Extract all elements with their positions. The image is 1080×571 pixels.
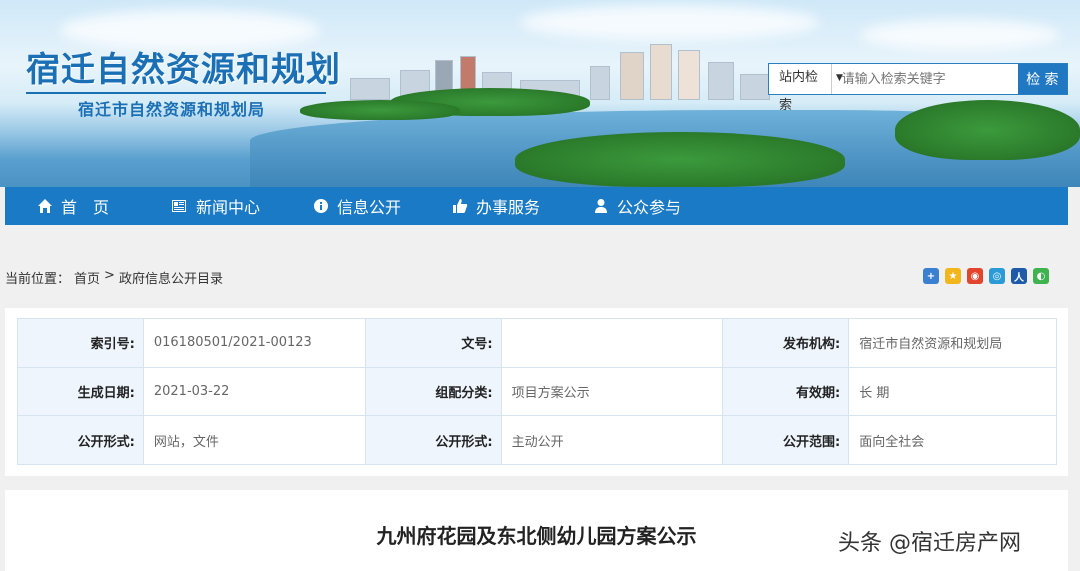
nav-item-info[interactable]: 信息公开 [313,187,401,225]
qzone-icon[interactable]: ★ [945,268,961,284]
cloud-decoration [520,5,820,40]
site-title: 宿迁自然资源和规划 [26,50,341,90]
meta-value: 项目方案公示 [500,366,724,417]
nav-item-public[interactable]: 公众参与 [593,187,681,225]
tencent-icon[interactable]: ◎ [989,268,1005,284]
cloud-decoration [860,20,1060,50]
share-bar: + ★ ◉ ◎ 人 ◐ [923,268,1049,284]
meta-label: 文号: [364,318,502,368]
meta-value: 网站，文件 [142,415,366,466]
nav-item-home[interactable]: 首 页 [37,187,109,225]
nav-item-label: 公众参与 [617,198,682,217]
nav-item-news[interactable]: 新闻中心 [170,187,260,225]
meta-value: 宿迁市自然资源和规划局 [848,318,1057,368]
meta-label: 索引号: [17,318,144,368]
search-button[interactable]: 检 索 [1017,64,1067,94]
meta-label: 公开形式: [364,415,502,466]
nav-item-label: 办事服务 [476,198,541,217]
meta-label: 公开范围: [722,415,850,466]
meta-value: 面向全社会 [848,415,1057,466]
breadcrumb-prefix: 当前位置： [5,272,71,287]
table-row: 索引号: 016180501/2021-00123 文号: 发布机构: 宿迁市自… [17,318,1057,368]
search-scope-dropdown[interactable]: 站内检索 ▼ [769,64,843,113]
search-bar: 站内检索 ▼ 检 索 [768,63,1068,113]
table-row: 公开形式: 网站，文件 公开形式: 主动公开 公开范围: 面向全社会 [17,415,1057,466]
header-banner: 宿迁自然资源和规划 宿迁市自然资源和规划局 站内检索 ▼ 检 索 [0,0,1080,187]
meta-value: 长 期 [848,366,1057,417]
nav-item-label: 信息公开 [337,198,402,217]
city-skyline-image [340,40,780,100]
meta-value [500,318,724,368]
main-nav: 首 页 新闻中心 信息公开 办事服务 公众参与 [5,187,1068,225]
meta-label: 组配分类: [364,366,502,417]
renren-icon[interactable]: 人 [1011,268,1027,284]
tree-line [300,100,460,120]
home-icon [38,199,52,213]
breadcrumb-current-link[interactable]: 政府信息公开目录 [119,268,223,287]
island-trees [515,132,845,187]
nav-item-services[interactable]: 办事服务 [452,187,540,225]
add-icon[interactable]: + [923,268,939,284]
info-icon [314,199,328,213]
user-icon [595,199,607,213]
search-scope-label: 站内检索 [779,70,819,113]
meta-value: 2021-03-22 [142,366,366,417]
weibo-icon[interactable]: ◉ [967,268,983,284]
meta-label: 生成日期: [17,366,144,417]
watermark-text: 头条 @宿迁房产网 [838,531,1021,556]
search-input[interactable] [831,64,1018,94]
breadcrumb-home-link[interactable]: 首页 [74,268,100,287]
meta-label: 发布机构: [722,318,850,368]
title-underline [26,92,326,94]
newspaper-icon [172,200,186,212]
thumbs-up-icon [453,199,468,213]
table-row: 生成日期: 2021-03-22 组配分类: 项目方案公示 有效期: 长 期 [17,366,1057,417]
document-meta-table: 索引号: 016180501/2021-00123 文号: 发布机构: 宿迁市自… [17,318,1057,466]
breadcrumb: 当前位置： 首页 > 政府信息公开目录 [5,268,223,287]
site-subtitle: 宿迁市自然资源和规划局 [78,100,266,119]
document-meta-panel: 索引号: 016180501/2021-00123 文号: 发布机构: 宿迁市自… [5,308,1068,476]
wechat-icon[interactable]: ◐ [1033,268,1049,284]
shore-trees [895,100,1080,160]
nav-item-label: 首 页 [61,198,110,217]
nav-item-label: 新闻中心 [196,198,261,217]
meta-label: 有效期: [722,366,850,417]
meta-value: 016180501/2021-00123 [142,318,366,368]
meta-value: 主动公开 [500,415,724,466]
breadcrumb-separator: > [104,268,115,283]
meta-label: 公开形式: [17,415,144,466]
caret-down-icon: ▼ [836,73,843,83]
